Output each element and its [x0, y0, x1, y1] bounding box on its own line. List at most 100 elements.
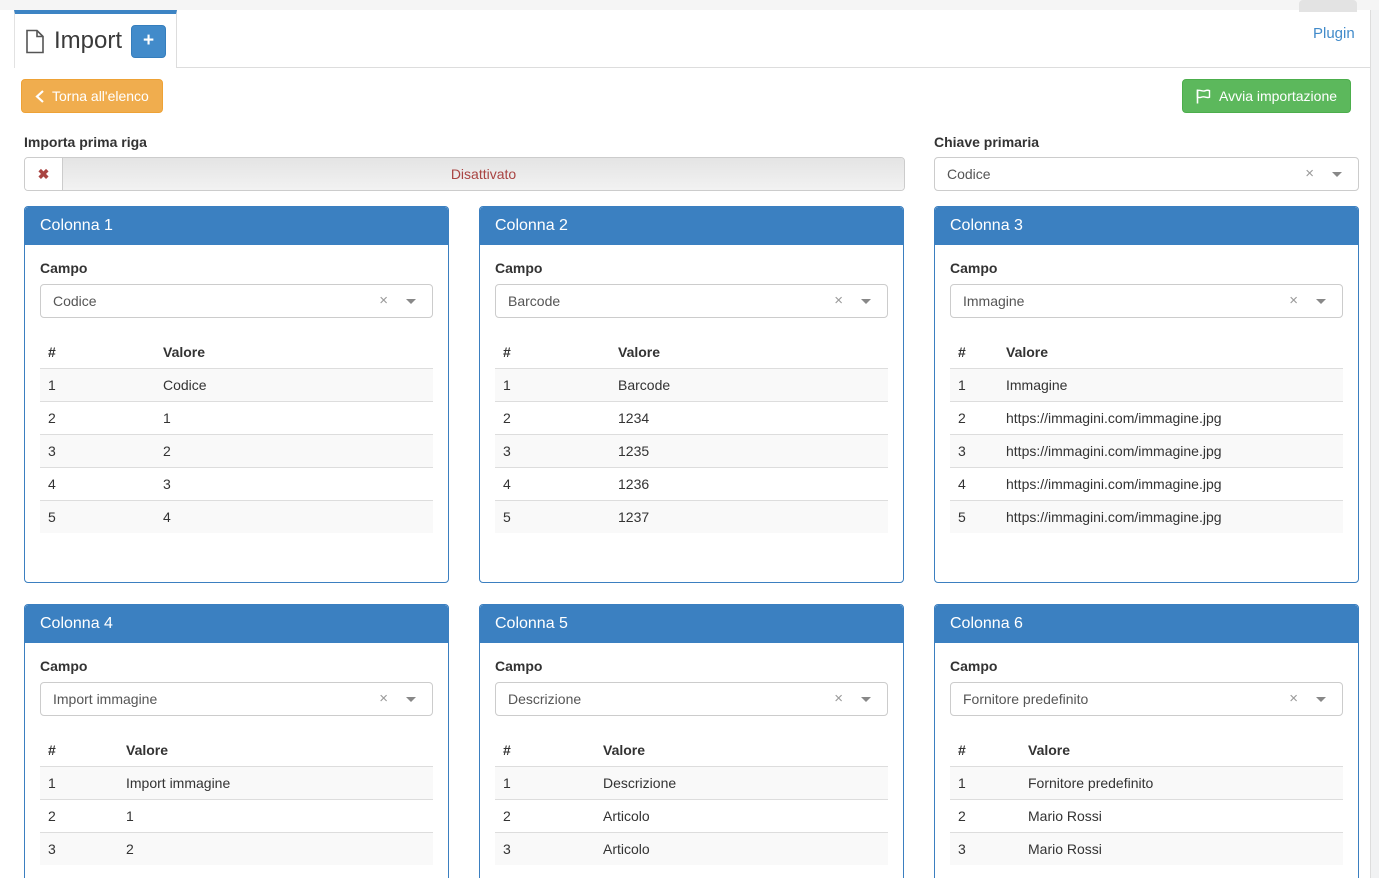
table-row: 2Mario Rossi: [950, 800, 1343, 833]
table-header-row: # Valore: [40, 336, 433, 369]
panel-title: Colonna 4: [25, 605, 448, 643]
toggle-state-label[interactable]: Disattivato: [63, 158, 904, 190]
clear-icon[interactable]: ×: [834, 683, 843, 715]
page-right-gutter: [1370, 10, 1379, 878]
first-row-toggle[interactable]: ✖ Disattivato: [24, 157, 905, 191]
row-index-cell: 1: [950, 369, 998, 402]
row-value-cell: Import immagine: [118, 767, 433, 800]
row-value-cell: 1234: [610, 402, 888, 435]
table-row: 32: [40, 435, 433, 468]
add-column-button[interactable]: +: [131, 25, 166, 58]
row-index-cell: 2: [950, 402, 998, 435]
tabbar-divider: [177, 67, 1370, 68]
chevron-down-icon[interactable]: [406, 299, 416, 304]
row-value-cell: Articolo: [595, 833, 888, 866]
column-header-num: #: [495, 734, 595, 767]
row-value-cell: https://immagini.com/immagine.jpg: [998, 501, 1343, 534]
flag-icon: [1196, 89, 1211, 104]
chevron-down-icon[interactable]: [1316, 697, 1326, 702]
panel-body: Campo Import immagine × # Valore 1Import…: [25, 643, 448, 878]
document-icon: [25, 29, 45, 54]
row-index-cell: 2: [40, 800, 118, 833]
panel-body: Campo Descrizione × # Valore 1Descrizion…: [480, 643, 903, 878]
column-panel: Colonna 4 Campo Import immagine × # Valo…: [24, 604, 449, 878]
panel-title: Colonna 6: [935, 605, 1358, 643]
panel-body: Campo Fornitore predefinito × # Valore 1…: [935, 643, 1358, 878]
field-label: Campo: [40, 260, 433, 276]
row-value-cell: 1235: [610, 435, 888, 468]
column-header-num: #: [495, 336, 610, 369]
row-index-cell: 3: [495, 435, 610, 468]
row-value-cell: 1: [118, 800, 433, 833]
row-value-cell: Articolo: [595, 800, 888, 833]
field-select[interactable]: Immagine ×: [950, 284, 1343, 318]
clear-icon[interactable]: ×: [1289, 285, 1298, 317]
row-value-cell: 3: [155, 468, 433, 501]
row-index-cell: 3: [495, 833, 595, 866]
clear-icon[interactable]: ×: [1305, 158, 1314, 190]
field-select[interactable]: Descrizione ×: [495, 682, 888, 716]
field-select[interactable]: Fornitore predefinito ×: [950, 682, 1343, 716]
field-select[interactable]: Barcode ×: [495, 284, 888, 318]
plugin-tab-stub: [1299, 0, 1357, 12]
tab-import[interactable]: Import +: [14, 10, 177, 68]
table-row: 1Fornitore predefinito: [950, 767, 1343, 800]
chevron-down-icon[interactable]: [406, 697, 416, 702]
column-header-valore: Valore: [155, 336, 433, 369]
field-select-value: Codice: [53, 285, 97, 317]
clear-icon[interactable]: ×: [1289, 683, 1298, 715]
table-row: 1Immagine: [950, 369, 1343, 402]
row-index-cell: 4: [495, 468, 610, 501]
row-index-cell: 1: [495, 767, 595, 800]
row-value-cell: Codice: [155, 369, 433, 402]
field-label: Campo: [950, 260, 1343, 276]
chevron-down-icon[interactable]: [1316, 299, 1326, 304]
toggle-off-icon[interactable]: ✖: [25, 158, 63, 190]
table-row: 2Articolo: [495, 800, 888, 833]
back-to-list-button[interactable]: Torna all'elenco: [21, 79, 163, 113]
panel-body: Campo Immagine × # Valore 1Immagine2http…: [935, 245, 1358, 548]
table-row: 1Import immagine: [40, 767, 433, 800]
row-value-cell: Fornitore predefinito: [1020, 767, 1343, 800]
field-select-value: Barcode: [508, 285, 560, 317]
panel-title: Colonna 5: [480, 605, 903, 643]
tab-plugin[interactable]: Plugin: [1313, 25, 1355, 42]
start-import-label: Avvia importazione: [1219, 88, 1337, 104]
row-index-cell: 1: [950, 767, 1020, 800]
clear-icon[interactable]: ×: [379, 285, 388, 317]
table-header-row: # Valore: [495, 336, 888, 369]
field-select[interactable]: Codice ×: [40, 284, 433, 318]
row-index-cell: 2: [495, 402, 610, 435]
tab-import-label: Import: [54, 27, 122, 55]
row-index-cell: 3: [950, 435, 998, 468]
field-select-value: Immagine: [963, 285, 1024, 317]
table-header-row: # Valore: [40, 734, 433, 767]
field-select[interactable]: Import immagine ×: [40, 682, 433, 716]
row-index-cell: 5: [495, 501, 610, 534]
panel-title: Colonna 2: [480, 207, 903, 245]
values-table: # Valore 1Barcode21234312354123651237: [495, 336, 888, 533]
column-header-valore: Valore: [998, 336, 1343, 369]
back-to-list-label: Torna all'elenco: [52, 88, 149, 104]
row-index-cell: 1: [495, 369, 610, 402]
row-value-cell: Descrizione: [595, 767, 888, 800]
row-value-cell: 1: [155, 402, 433, 435]
table-row: 41236: [495, 468, 888, 501]
column-panel: Colonna 1 Campo Codice × # Valore 1Codic…: [24, 206, 449, 583]
start-import-button[interactable]: Avvia importazione: [1182, 79, 1351, 113]
table-row: 54: [40, 501, 433, 534]
table-row: 21: [40, 800, 433, 833]
clear-icon[interactable]: ×: [834, 285, 843, 317]
primary-key-select[interactable]: Codice ×: [934, 157, 1359, 191]
chevron-down-icon[interactable]: [1332, 172, 1342, 177]
chevron-down-icon[interactable]: [861, 697, 871, 702]
field-select-value: Fornitore predefinito: [963, 683, 1088, 715]
row-value-cell: Barcode: [610, 369, 888, 402]
table-row: 32: [40, 833, 433, 866]
row-index-cell: 3: [40, 833, 118, 866]
clear-icon[interactable]: ×: [379, 683, 388, 715]
table-row: 21234: [495, 402, 888, 435]
chevron-down-icon[interactable]: [861, 299, 871, 304]
row-index-cell: 5: [40, 501, 155, 534]
row-index-cell: 3: [950, 833, 1020, 866]
